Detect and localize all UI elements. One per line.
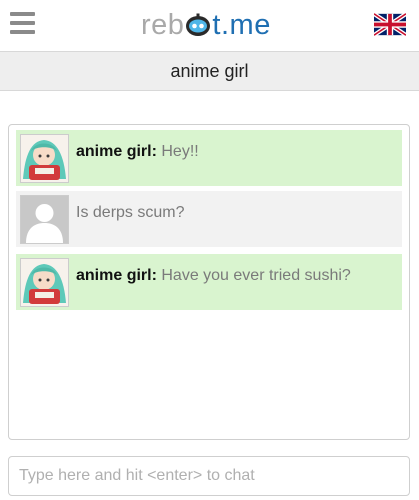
message-body: Have you ever tried sushi? bbox=[161, 267, 351, 284]
default-user-avatar bbox=[20, 195, 69, 244]
chat-message-bot: anime girl: Hey!! bbox=[16, 130, 402, 186]
chat-title-bar: anime girl bbox=[0, 51, 419, 91]
chat-message-bot: anime girl: Have you ever tried sushi? bbox=[16, 254, 402, 310]
chat-input-container bbox=[8, 456, 410, 496]
logo-text-part1: reb bbox=[141, 8, 185, 41]
logo-text-part2: t.me bbox=[212, 8, 271, 41]
uk-flag-icon[interactable] bbox=[374, 13, 406, 36]
site-logo[interactable]: reb t.me bbox=[141, 6, 271, 44]
anime-girl-avatar bbox=[20, 134, 69, 183]
chat-message-user: Is derps scum? bbox=[16, 191, 402, 247]
message-body: Hey!! bbox=[161, 143, 199, 160]
anime-girl-avatar bbox=[20, 258, 69, 307]
message-text: anime girl: Have you ever tried sushi? bbox=[76, 266, 396, 286]
chat-log[interactable]: anime girl: Hey!! Is derps scum? anime g… bbox=[8, 124, 410, 440]
hamburger-menu-icon[interactable] bbox=[10, 12, 35, 34]
top-bar: reb t.me bbox=[0, 0, 419, 50]
robot-head-icon bbox=[186, 13, 211, 36]
message-body: Is derps scum? bbox=[76, 204, 185, 221]
message-text: anime girl: Hey!! bbox=[76, 142, 396, 162]
message-sender: anime girl: bbox=[76, 267, 157, 284]
message-text: Is derps scum? bbox=[76, 203, 396, 223]
chat-input[interactable] bbox=[9, 457, 409, 495]
message-sender: anime girl: bbox=[76, 143, 157, 160]
chat-title: anime girl bbox=[170, 60, 249, 81]
